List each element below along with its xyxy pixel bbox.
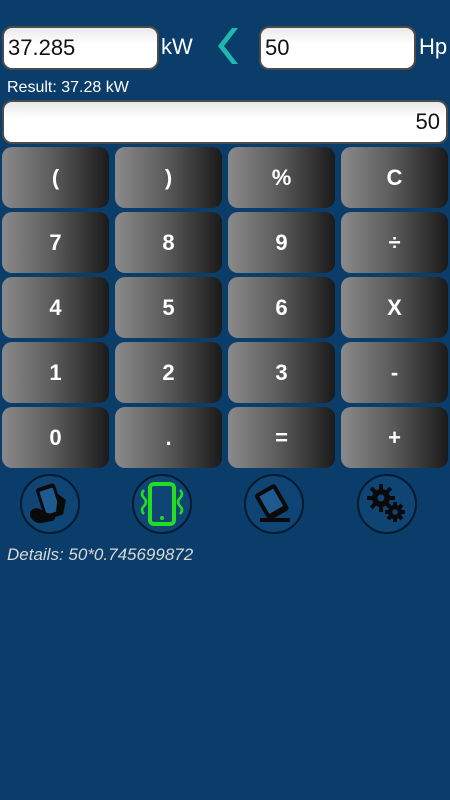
vibrate-phone-icon <box>140 482 184 526</box>
to-unit-label[interactable]: Hp <box>419 34 447 60</box>
from-value-input[interactable]: 37.285 <box>2 26 159 70</box>
key-equals[interactable]: = <box>228 407 335 468</box>
key-multiply[interactable]: X <box>341 277 448 338</box>
hand-phone-button[interactable] <box>20 474 80 534</box>
key-plus[interactable]: + <box>341 407 448 468</box>
from-value-text: 37.285 <box>8 35 76 60</box>
swap-direction-arrow-icon[interactable] <box>208 24 242 68</box>
vibrate-button[interactable] <box>132 474 192 534</box>
to-value-input[interactable]: 50 <box>259 26 416 70</box>
key-1[interactable]: 1 <box>2 342 109 403</box>
key-divide[interactable]: ÷ <box>341 212 448 273</box>
key-0[interactable]: 0 <box>2 407 109 468</box>
key-4[interactable]: 4 <box>2 277 109 338</box>
key-7[interactable]: 7 <box>2 212 109 273</box>
to-value-text: 50 <box>265 35 290 60</box>
key-3[interactable]: 3 <box>228 342 335 403</box>
key-2[interactable]: 2 <box>115 342 222 403</box>
settings-button[interactable] <box>357 474 417 534</box>
key-8[interactable]: 8 <box>115 212 222 273</box>
result-text: Result: 37.28 kW <box>7 79 129 96</box>
key-open-paren[interactable]: ( <box>2 147 109 208</box>
details-text: Details: 50*0.745699872 <box>7 545 194 564</box>
eraser-icon <box>254 484 290 522</box>
key-percent[interactable]: % <box>228 147 335 208</box>
key-5[interactable]: 5 <box>115 277 222 338</box>
from-unit-label[interactable]: kW <box>161 34 193 60</box>
key-minus[interactable]: - <box>341 342 448 403</box>
key-close-paren[interactable]: ) <box>115 147 222 208</box>
key-decimal[interactable]: . <box>115 407 222 468</box>
key-clear[interactable]: C <box>341 147 448 208</box>
hand-phone-icon <box>30 483 66 524</box>
calculator-display[interactable]: 50 <box>2 100 448 144</box>
key-6[interactable]: 6 <box>228 277 335 338</box>
settings-gears-icon <box>367 484 405 522</box>
display-value: 50 <box>415 109 440 134</box>
key-9[interactable]: 9 <box>228 212 335 273</box>
eraser-button[interactable] <box>244 474 304 534</box>
